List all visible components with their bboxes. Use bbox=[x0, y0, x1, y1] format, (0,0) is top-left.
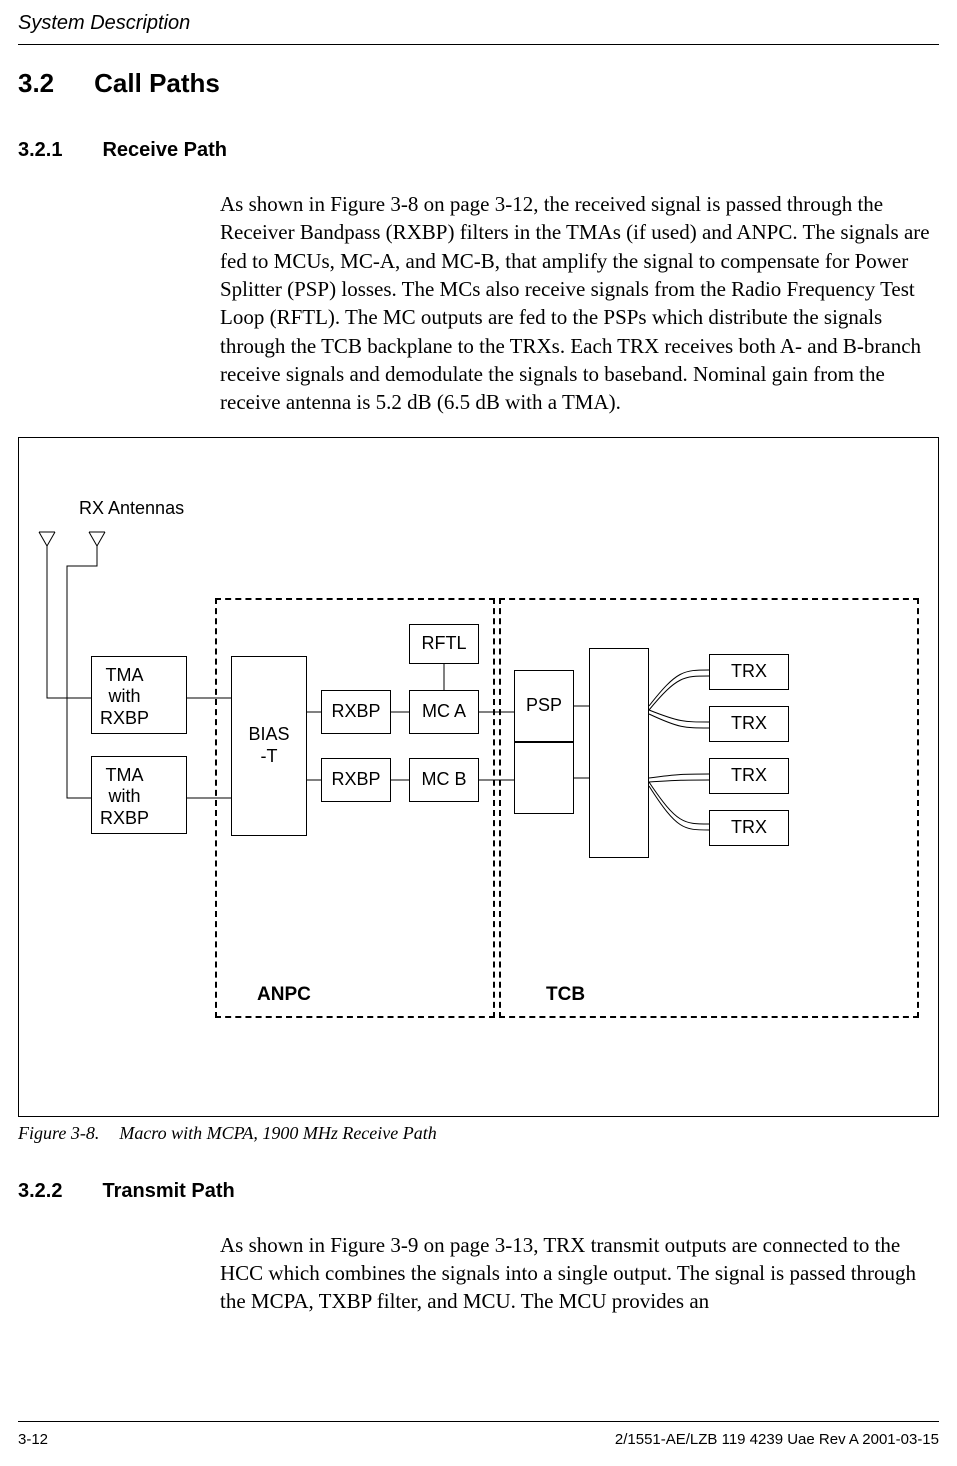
bias-t-block: BIAS -T bbox=[231, 656, 307, 836]
main-content: 3.2 Call Paths 3.2.1 Receive Path As sho… bbox=[18, 68, 939, 1336]
tma-rxbp-block: TMA with RXBP bbox=[91, 656, 187, 734]
subsection-2-heading: 3.2.2 Transmit Path bbox=[18, 1180, 939, 1203]
trx-block: TRX bbox=[709, 706, 789, 742]
rxbp-block: RXBP bbox=[321, 758, 391, 802]
section-title: Call Paths bbox=[94, 68, 220, 99]
subsection-2-paragraph: As shown in Figure 3-9 on page 3-13, TRX… bbox=[220, 1231, 939, 1316]
tma-rxbp-block: TMA with RXBP bbox=[91, 756, 187, 834]
running-header: System Description bbox=[18, 12, 190, 35]
tcb-label: TCB bbox=[546, 984, 585, 1006]
top-rule bbox=[18, 44, 939, 45]
antenna-icon bbox=[87, 530, 107, 548]
subsection-2-title: Transmit Path bbox=[102, 1180, 234, 1203]
figure-number: Figure 3-8. bbox=[18, 1123, 99, 1144]
subsection-1-title: Receive Path bbox=[102, 139, 227, 162]
mc-a-block: MC A bbox=[409, 690, 479, 734]
psp-block: PSP bbox=[514, 670, 574, 742]
figure-3-8: RX Antennas ANPC TCB TMA with RXBP TMA w… bbox=[18, 437, 939, 1117]
subsection-2-number: 3.2.2 bbox=[18, 1180, 62, 1203]
subsection-1-number: 3.2.1 bbox=[18, 139, 62, 162]
footer: 3-12 2/1551-AE/LZB 119 4239 Uae Rev A 20… bbox=[18, 1431, 939, 1448]
section-heading: 3.2 Call Paths bbox=[18, 68, 939, 99]
trx-block: TRX bbox=[709, 758, 789, 794]
trx-block: TRX bbox=[709, 810, 789, 846]
antenna-icon bbox=[37, 530, 57, 548]
doc-id: 2/1551-AE/LZB 119 4239 Uae Rev A 2001-03… bbox=[615, 1431, 939, 1448]
rxbp-block: RXBP bbox=[321, 690, 391, 734]
mc-b-block: MC B bbox=[409, 758, 479, 802]
backplane-block bbox=[589, 648, 649, 858]
rx-antennas-label: RX Antennas bbox=[79, 498, 184, 519]
page-number: 3-12 bbox=[18, 1431, 48, 1448]
subsection-1-paragraph: As shown in Figure 3-8 on page 3-12, the… bbox=[220, 190, 939, 417]
footer-rule bbox=[18, 1421, 939, 1422]
figure-diagram: RX Antennas ANPC TCB TMA with RXBP TMA w… bbox=[19, 438, 938, 1116]
figure-title: Macro with MCPA, 1900 MHz Receive Path bbox=[119, 1123, 436, 1143]
anpc-label: ANPC bbox=[257, 984, 311, 1006]
psp-block-b bbox=[514, 742, 574, 814]
rftl-block: RFTL bbox=[409, 624, 479, 664]
subsection-1-heading: 3.2.1 Receive Path bbox=[18, 139, 939, 162]
section-number: 3.2 bbox=[18, 68, 54, 99]
figure-caption: Figure 3-8. Macro with MCPA, 1900 MHz Rec… bbox=[18, 1123, 939, 1144]
trx-block: TRX bbox=[709, 654, 789, 690]
